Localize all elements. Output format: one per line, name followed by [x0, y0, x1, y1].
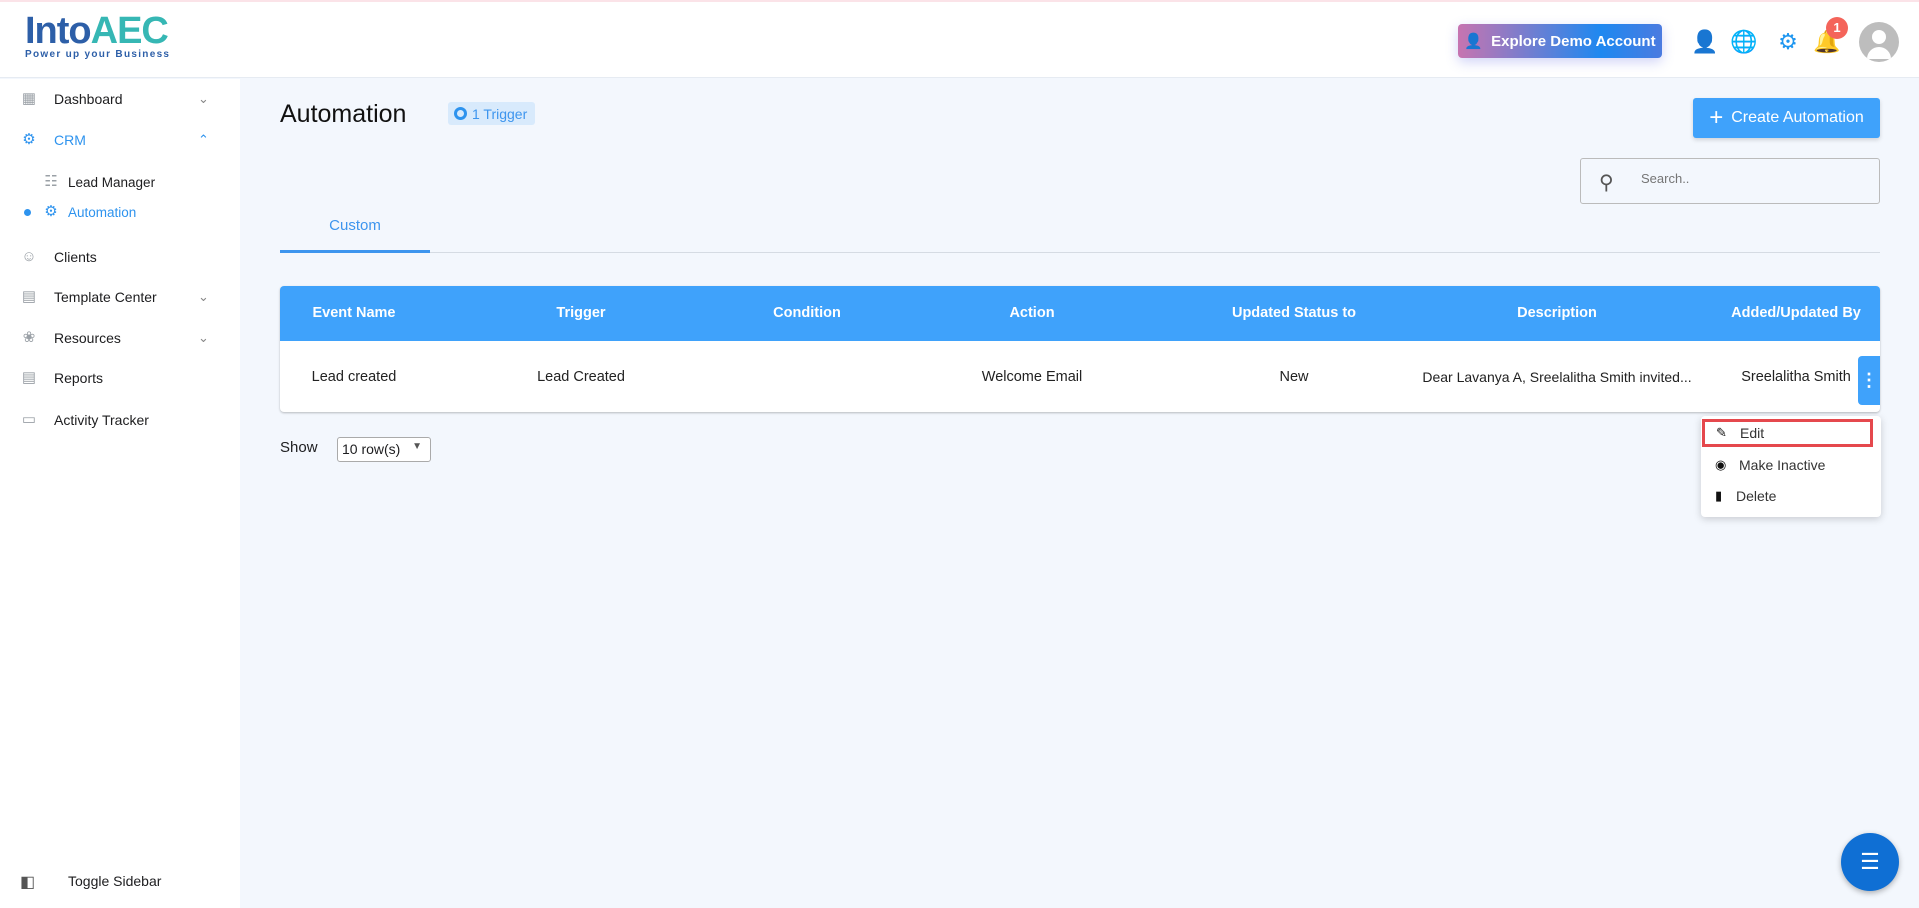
- resources-icon: ❀: [22, 329, 36, 346]
- cell-updated-by: Sreelalitha Smith: [1741, 369, 1851, 385]
- explore-demo-label: Explore Demo Account: [1491, 32, 1656, 50]
- column-header[interactable]: Updated Status to: [1232, 305, 1356, 321]
- circle-icon: [454, 107, 467, 120]
- sidebar-item-label: Activity Tracker: [54, 412, 149, 428]
- caret-down-icon: ▼: [412, 441, 422, 452]
- create-automation-label: Create Automation: [1731, 109, 1864, 126]
- toggle-sidebar-button[interactable]: ◧ Toggle Sidebar: [20, 872, 161, 891]
- row-actions-menu: ✎ Edit ◉ Make Inactive ▮ Delete: [1701, 416, 1881, 517]
- avatar[interactable]: [1859, 22, 1899, 62]
- sidebar-item-template-center[interactable]: ▤ Template Center ⌄: [0, 282, 240, 312]
- sidebar-item-label: Resources: [54, 330, 121, 346]
- row-actions-button[interactable]: ⋮: [1858, 356, 1880, 405]
- sidebar-item-resources[interactable]: ❀ Resources ⌄: [0, 323, 240, 353]
- menu-item-delete[interactable]: ▮ Delete: [1701, 482, 1881, 510]
- search-icon: ⚲: [1599, 172, 1614, 194]
- table-header: Event Name Trigger Condition Action Upda…: [280, 286, 1880, 341]
- tab-bar: Custom: [280, 215, 1880, 253]
- cell-status: New: [1279, 369, 1309, 385]
- create-automation-button[interactable]: + Create Automation: [1693, 98, 1880, 138]
- search-input[interactable]: [1641, 171, 1861, 186]
- clients-icon: ☺: [21, 248, 37, 265]
- menu-item-label: Edit: [1740, 425, 1765, 441]
- menu-item-label: Make Inactive: [1739, 457, 1826, 473]
- automation-table: Event Name Trigger Condition Action Upda…: [280, 286, 1880, 412]
- reports-icon: ▤: [21, 369, 37, 386]
- sidebar-item-label: CRM: [54, 132, 86, 148]
- column-header[interactable]: Added/Updated By: [1731, 305, 1861, 321]
- search-box[interactable]: ⚲: [1580, 158, 1880, 204]
- user-icon: 👤: [1464, 33, 1484, 50]
- dashboard-icon: ▦: [21, 90, 37, 107]
- plus-icon: +: [1709, 104, 1724, 131]
- sidebar-toggle-icon: ◧: [20, 874, 36, 891]
- add-user-icon[interactable]: 👤: [1691, 29, 1718, 55]
- active-dot: [24, 208, 31, 216]
- sidebar-item-label: Lead Manager: [68, 174, 156, 190]
- sidebar-item-label: Reports: [54, 370, 104, 386]
- chat-icon: ☰: [1860, 849, 1880, 874]
- sidebar-item-lead-manager[interactable]: ☷ Lead Manager: [0, 167, 240, 197]
- toggle-sidebar-label: Toggle Sidebar: [68, 873, 162, 889]
- logo[interactable]: IntoAEC Power up your Business: [25, 10, 170, 60]
- menu-item-make-inactive[interactable]: ◉ Make Inactive: [1701, 451, 1881, 479]
- sidebar-item-label: Template Center: [54, 289, 157, 305]
- header: IntoAEC Power up your Business 👤 Explore …: [0, 2, 1919, 78]
- cell-event-name: Lead created: [311, 369, 397, 385]
- automation-icon: ⚙: [44, 203, 58, 220]
- chevron-down-icon: ⌄: [198, 289, 209, 304]
- notification-badge: 1: [1826, 17, 1848, 39]
- rows-per-page-select[interactable]: 10 row(s) ▼: [337, 437, 431, 462]
- globe-icon[interactable]: 🌐: [1730, 29, 1757, 55]
- logo-tagline: Power up your Business: [25, 49, 171, 60]
- sidebar-item-label: Clients: [54, 249, 97, 265]
- chevron-up-icon: ⌃: [198, 132, 209, 147]
- column-header[interactable]: Description: [1517, 305, 1597, 321]
- column-header[interactable]: Trigger: [556, 305, 605, 321]
- logo-text: Into: [25, 10, 92, 52]
- lead-manager-icon: ☷: [44, 173, 58, 190]
- menu-item-label: Delete: [1736, 488, 1777, 504]
- crm-icon: ⚙: [22, 131, 36, 148]
- trigger-count-badge: 1 Trigger: [448, 102, 536, 125]
- sidebar-item-crm[interactable]: ⚙ CRM ⌃: [0, 125, 240, 155]
- column-header[interactable]: Condition: [773, 305, 841, 321]
- sidebar-item-reports[interactable]: ▤ Reports: [0, 363, 240, 393]
- sidebar-item-automation[interactable]: ⚙ Automation: [0, 197, 240, 227]
- cell-description: Dear Lavanya A, Sreelalitha Smith invite…: [1422, 369, 1692, 385]
- explore-demo-button[interactable]: 👤 Explore Demo Account: [1458, 24, 1662, 58]
- page-title: Automation: [280, 100, 407, 128]
- chat-button[interactable]: ☰: [1841, 833, 1899, 891]
- cell-trigger: Lead Created: [537, 369, 625, 385]
- trash-icon: ▮: [1715, 488, 1723, 503]
- column-header[interactable]: Action: [1009, 305, 1054, 321]
- gear-icon[interactable]: ⚙: [1775, 29, 1801, 55]
- chevron-down-icon: ⌄: [198, 91, 209, 106]
- menu-item-edit[interactable]: ✎ Edit: [1702, 419, 1873, 447]
- tab-custom[interactable]: Custom: [280, 215, 430, 253]
- eye-icon: ◉: [1715, 457, 1727, 472]
- trigger-count-label: 1 Trigger: [472, 105, 528, 122]
- activity-icon: ▭: [21, 411, 37, 428]
- sidebar-item-activity-tracker[interactable]: ▭ Activity Tracker: [0, 405, 240, 435]
- cell-action: Welcome Email: [981, 369, 1083, 385]
- logo-text-accent: AEC: [90, 10, 169, 52]
- column-header[interactable]: Event Name: [312, 305, 395, 321]
- sidebar-item-label: Automation: [68, 204, 137, 220]
- rows-per-page-value: 10 row(s): [342, 441, 401, 457]
- sidebar-item-clients[interactable]: ☺ Clients: [0, 242, 240, 272]
- pencil-icon: ✎: [1716, 425, 1727, 440]
- sidebar: ▦ Dashboard ⌄ ⚙ CRM ⌃ ☷ Lead Manager ⚙ Automat…: [0, 79, 240, 908]
- template-icon: ▤: [21, 288, 37, 305]
- show-label: Show: [280, 439, 318, 456]
- sidebar-item-dashboard[interactable]: ▦ Dashboard ⌄: [0, 84, 240, 114]
- chevron-down-icon: ⌄: [198, 330, 209, 345]
- sidebar-item-label: Dashboard: [54, 91, 123, 107]
- more-vertical-icon: ⋮: [1860, 370, 1878, 390]
